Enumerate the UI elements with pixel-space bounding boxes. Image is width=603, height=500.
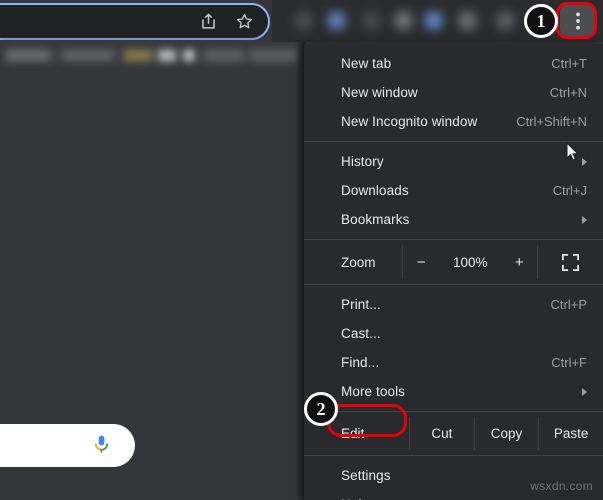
menu-item-label: New Incognito window <box>341 114 478 129</box>
submenu-arrow-icon <box>582 157 587 166</box>
zoom-value: 100% <box>452 254 488 270</box>
menu-separator <box>304 239 603 240</box>
menu-item-label: Downloads <box>341 183 409 198</box>
profile-avatar-icon[interactable] <box>424 11 443 30</box>
address-bar-icons <box>199 5 254 38</box>
edit-copy-button[interactable]: Copy <box>475 417 539 450</box>
menu-item-new-window[interactable]: New window Ctrl+N <box>304 78 603 107</box>
three-dots-icon <box>576 12 580 29</box>
menu-item-label: Cast... <box>341 326 381 341</box>
submenu-arrow-icon <box>582 387 587 396</box>
annotation-badge-2: 2 <box>304 392 338 426</box>
toolbar-icon[interactable] <box>327 11 346 30</box>
menu-item-shortcut: Ctrl+Shift+N <box>516 114 587 129</box>
menu-item-label: History <box>341 154 384 169</box>
bookmarks-bar[interactable] <box>0 42 304 70</box>
bookmark-star-icon[interactable] <box>235 12 254 31</box>
menu-item-label: New window <box>341 85 418 100</box>
menu-separator <box>304 411 603 412</box>
menu-item-cast[interactable]: Cast... <box>304 319 603 348</box>
fullscreen-icon <box>562 253 580 271</box>
fullscreen-button[interactable] <box>538 245 603 279</box>
mouse-cursor <box>566 141 579 166</box>
menu-item-label: New tab <box>341 56 392 71</box>
menu-item-new-incognito-window[interactable]: New Incognito window Ctrl+Shift+N <box>304 107 603 136</box>
share-icon[interactable] <box>199 12 218 31</box>
watermark: wsxdn.com <box>530 479 593 493</box>
menu-item-shortcut: Ctrl+T <box>551 56 587 71</box>
menu-separator <box>304 455 603 456</box>
edit-paste-button[interactable]: Paste <box>539 417 603 450</box>
zoom-in-button[interactable]: + <box>501 254 537 271</box>
menu-item-new-tab[interactable]: New tab Ctrl+T <box>304 49 603 78</box>
menu-separator <box>304 284 603 285</box>
menu-item-label: Settings <box>341 468 391 483</box>
menu-item-label: Print... <box>341 297 381 312</box>
microphone-icon[interactable] <box>93 434 110 457</box>
submenu-arrow-icon <box>582 215 587 224</box>
menu-item-print[interactable]: Print... Ctrl+P <box>304 290 603 319</box>
menu-item-history[interactable]: History <box>304 147 603 176</box>
menu-item-label: More tools <box>341 384 406 399</box>
menu-item-label: Bookmarks <box>341 212 410 227</box>
toolbar-icon[interactable] <box>458 11 477 30</box>
toolbar-icon[interactable] <box>294 11 313 30</box>
menu-item-downloads[interactable]: Downloads Ctrl+J <box>304 176 603 205</box>
menu-item-bookmarks[interactable]: Bookmarks <box>304 205 603 234</box>
address-bar[interactable] <box>0 3 270 40</box>
menu-separator <box>304 141 603 142</box>
chrome-main-menu[interactable]: New tab Ctrl+T New window Ctrl+N New Inc… <box>304 44 603 500</box>
toolbar-icon[interactable] <box>362 11 381 30</box>
toolbar-icon[interactable] <box>496 11 515 30</box>
menu-item-shortcut: Ctrl+F <box>551 355 587 370</box>
menu-row-edit[interactable]: Edit Cut Copy Paste <box>304 417 603 450</box>
google-search-box[interactable] <box>0 424 135 467</box>
menu-item-shortcut: Ctrl+P <box>550 297 587 312</box>
edit-cut-button[interactable]: Cut <box>410 417 474 450</box>
menu-item-shortcut: Ctrl+N <box>549 85 587 100</box>
zoom-out-button[interactable]: − <box>403 254 439 271</box>
chrome-menu-button[interactable] <box>560 4 596 37</box>
toolbar-icon[interactable] <box>394 11 413 30</box>
menu-item-find[interactable]: Find... Ctrl+F <box>304 348 603 377</box>
zoom-label: Zoom <box>341 254 376 270</box>
menu-item-label: Find... <box>341 355 380 370</box>
menu-row-zoom[interactable]: Zoom − 100% + <box>304 245 603 279</box>
menu-item-shortcut: Ctrl+J <box>552 183 587 198</box>
annotation-badge-1: 1 <box>524 4 558 38</box>
menu-item-more-tools[interactable]: More tools <box>304 377 603 406</box>
